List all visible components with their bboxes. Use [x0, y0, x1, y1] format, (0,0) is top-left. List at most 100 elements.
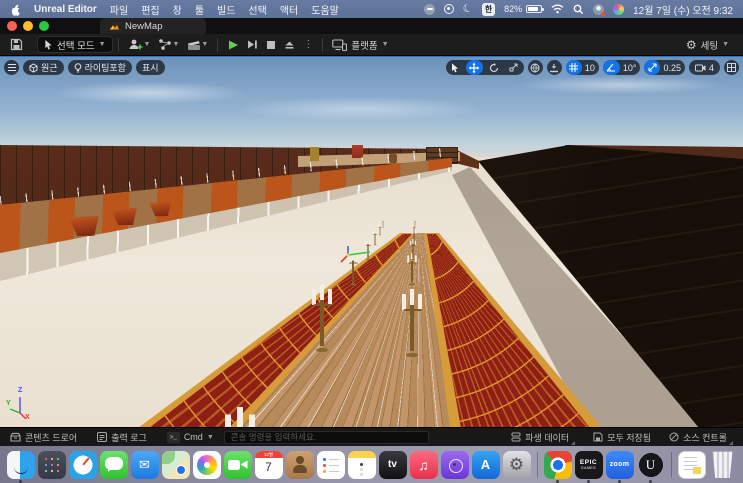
scale-snap-icon — [648, 63, 657, 72]
candelabra[interactable] — [310, 284, 334, 352]
perspective-dropdown[interactable]: 원근 — [23, 60, 64, 75]
wifi-icon[interactable] — [551, 4, 564, 14]
candelabra[interactable] — [400, 289, 424, 357]
skip-frame-button[interactable] — [243, 36, 262, 54]
spotlight-search-icon[interactable] — [573, 4, 584, 15]
menu-build[interactable]: 빌드 — [217, 2, 235, 17]
battery-status[interactable]: 82% — [504, 4, 544, 14]
dock-music[interactable]: ♫ — [409, 450, 438, 479]
derived-data-button[interactable]: 파생 데이터 — [507, 430, 579, 445]
dock-calendar[interactable]: 12월 7 — [254, 450, 283, 479]
dock-maps[interactable] — [161, 450, 190, 479]
dock-photos[interactable] — [192, 450, 221, 479]
source-control-button[interactable]: 소스 컨트롤 — [665, 430, 737, 445]
minimize-window-button[interactable] — [23, 21, 33, 31]
dock-notes[interactable] — [347, 450, 376, 479]
scale-snap-icon-wrap[interactable] — [644, 60, 661, 75]
grid-snap-icon-wrap[interactable] — [565, 60, 582, 75]
dock-unreal-engine[interactable]: U — [636, 450, 665, 483]
menu-edit[interactable]: 편집 — [141, 2, 159, 17]
dock-mail[interactable]: ✉ — [130, 450, 159, 479]
tab-newmap[interactable]: NewMap — [100, 18, 206, 34]
add-actor-button[interactable]: ▼ — [124, 36, 155, 54]
view-mode-dropdown[interactable]: 라이팅포함 — [67, 60, 132, 75]
level-viewport[interactable]: Z Y X 원근 라이팅포함 표시 10 10° 0.25 4 — [0, 56, 743, 427]
dock-apple-tv[interactable]: tv — [378, 450, 407, 479]
zoom-window-button[interactable] — [39, 21, 49, 31]
candelabra[interactable] — [381, 219, 385, 228]
dock-app-store[interactable]: A — [471, 450, 500, 479]
console-type-dropdown[interactable]: >_ Cmd ▼ — [163, 430, 218, 445]
menu-tools[interactable]: 툴 — [195, 2, 204, 17]
menu-window[interactable]: 창 — [173, 2, 182, 17]
apple-logo-icon[interactable] — [10, 3, 21, 16]
focus-moon-icon[interactable]: ☾ — [462, 2, 475, 16]
candelabra[interactable] — [413, 219, 417, 228]
scale-tool-button[interactable] — [506, 60, 522, 75]
camera-speed-control[interactable]: 4 — [688, 60, 720, 75]
candelabra[interactable] — [222, 407, 258, 427]
dock-contacts[interactable] — [285, 450, 314, 479]
do-not-disturb-icon[interactable] — [424, 3, 436, 15]
dock-reminders[interactable] — [316, 450, 345, 479]
menu-select[interactable]: 선택 — [248, 2, 266, 17]
control-center-icon[interactable] — [613, 3, 625, 15]
cinematics-button[interactable]: ▼ — [183, 36, 212, 54]
dock-separator — [536, 451, 538, 478]
content-drawer-button[interactable]: 콘텐츠 드로어 — [6, 430, 81, 445]
dock-podcasts[interactable] — [440, 450, 469, 479]
menu-app-name[interactable]: Unreal Editor — [34, 4, 97, 15]
show-flags-dropdown[interactable]: 표시 — [135, 60, 165, 75]
dock-chrome[interactable] — [543, 450, 572, 483]
select-tool-button[interactable] — [448, 60, 463, 75]
chevron-down-icon: ▼ — [172, 41, 180, 48]
move-tool-button[interactable] — [465, 60, 483, 75]
select-mode-dropdown[interactable]: 선택 모드 ▼ — [37, 36, 113, 53]
platforms-dropdown[interactable]: 플랫폼 ▼ — [328, 36, 392, 54]
menu-file[interactable]: 파일 — [110, 2, 128, 17]
rotation-snap-control[interactable]: 10° — [602, 60, 641, 75]
dock-system-settings[interactable]: ⚙ — [502, 450, 531, 479]
grid-snap-control[interactable]: 10 — [565, 60, 599, 75]
save-status-button[interactable]: 모두 저장됨 — [589, 430, 655, 445]
maximize-viewport-button[interactable] — [724, 60, 739, 75]
user-switch-icon[interactable] — [593, 3, 606, 16]
world-local-toggle[interactable] — [527, 60, 543, 75]
angle-icon — [606, 63, 616, 72]
ime-indicator[interactable]: 한 — [482, 2, 496, 16]
menu-help[interactable]: 도움말 — [311, 2, 339, 17]
console-command-input[interactable] — [223, 430, 429, 444]
menu-actor[interactable]: 액터 — [280, 2, 298, 17]
play-button[interactable] — [223, 36, 243, 54]
surface-snap-button[interactable] — [546, 60, 562, 75]
settings-dropdown[interactable]: ⚙ 세팅 ▼ — [682, 36, 733, 54]
viewport-axis-widget: Z Y X — [6, 387, 44, 425]
output-log-button[interactable]: 출력 로그 — [93, 430, 151, 445]
dock-safari[interactable] — [68, 450, 97, 479]
play-options-button[interactable]: ⋮ — [299, 36, 317, 54]
rotation-snap-icon-wrap[interactable] — [602, 60, 620, 75]
dock-launchpad[interactable] — [37, 450, 66, 479]
transform-gizmo[interactable] — [338, 243, 374, 265]
macos-dock: ✉ 12월 7 tv ♫ A ⚙ EPIC GAMES zoom U — [0, 446, 743, 483]
save-button[interactable] — [6, 36, 27, 54]
stop-button[interactable] — [262, 36, 280, 54]
scale-snap-control[interactable]: 0.25 — [644, 60, 685, 75]
dock-messages[interactable] — [99, 450, 128, 479]
rotate-tool-button[interactable] — [486, 60, 503, 75]
chevron-down-icon: ▼ — [206, 433, 214, 441]
dock-facetime[interactable] — [223, 450, 252, 479]
viewport-toolbar-left: 원근 라이팅포함 표시 — [4, 60, 165, 75]
viewport-options-button[interactable] — [4, 60, 19, 75]
blueprints-button[interactable]: ▼ — [154, 36, 183, 54]
close-window-button[interactable] — [7, 21, 17, 31]
scale-snap-value: 0.25 — [663, 62, 681, 73]
dock-epic-games[interactable]: EPIC GAMES — [574, 450, 603, 483]
dock-downloads-stack[interactable] — [677, 450, 706, 479]
eject-button[interactable] — [280, 36, 299, 54]
dock-finder[interactable] — [6, 450, 35, 483]
dock-zoom[interactable]: zoom — [605, 450, 634, 483]
screen-record-icon[interactable] — [444, 4, 455, 14]
dock-trash[interactable] — [712, 451, 733, 478]
menu-clock[interactable]: 12월 7일 (수) 오전 9:32 — [633, 2, 733, 17]
